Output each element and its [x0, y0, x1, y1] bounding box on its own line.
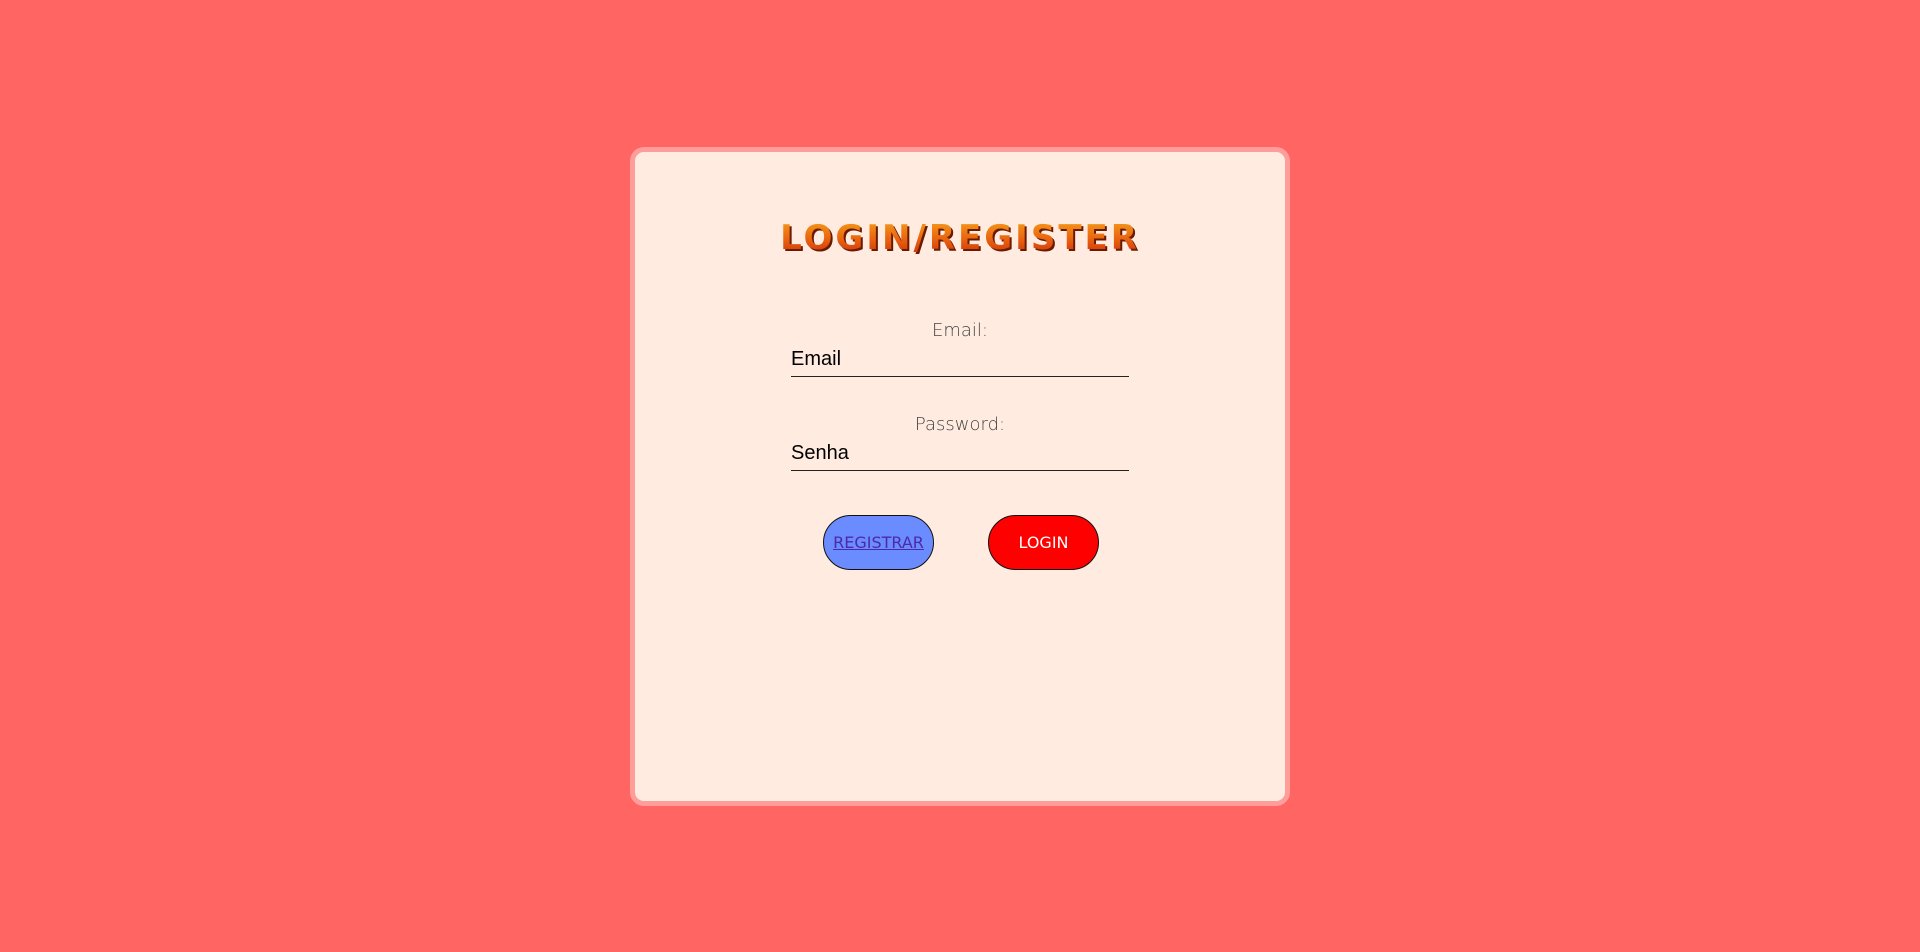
login-button[interactable]: LOGIN — [988, 515, 1099, 570]
page-title: LOGIN/REGISTER — [635, 218, 1285, 258]
login-card: LOGIN/REGISTER Email: Password: REGISTRA… — [630, 147, 1290, 806]
password-label: Password: — [914, 414, 1006, 435]
register-button[interactable]: REGISTRAR — [823, 515, 934, 570]
password-field[interactable] — [791, 437, 1129, 471]
email-field[interactable] — [791, 343, 1129, 377]
email-label: Email: — [931, 320, 988, 341]
